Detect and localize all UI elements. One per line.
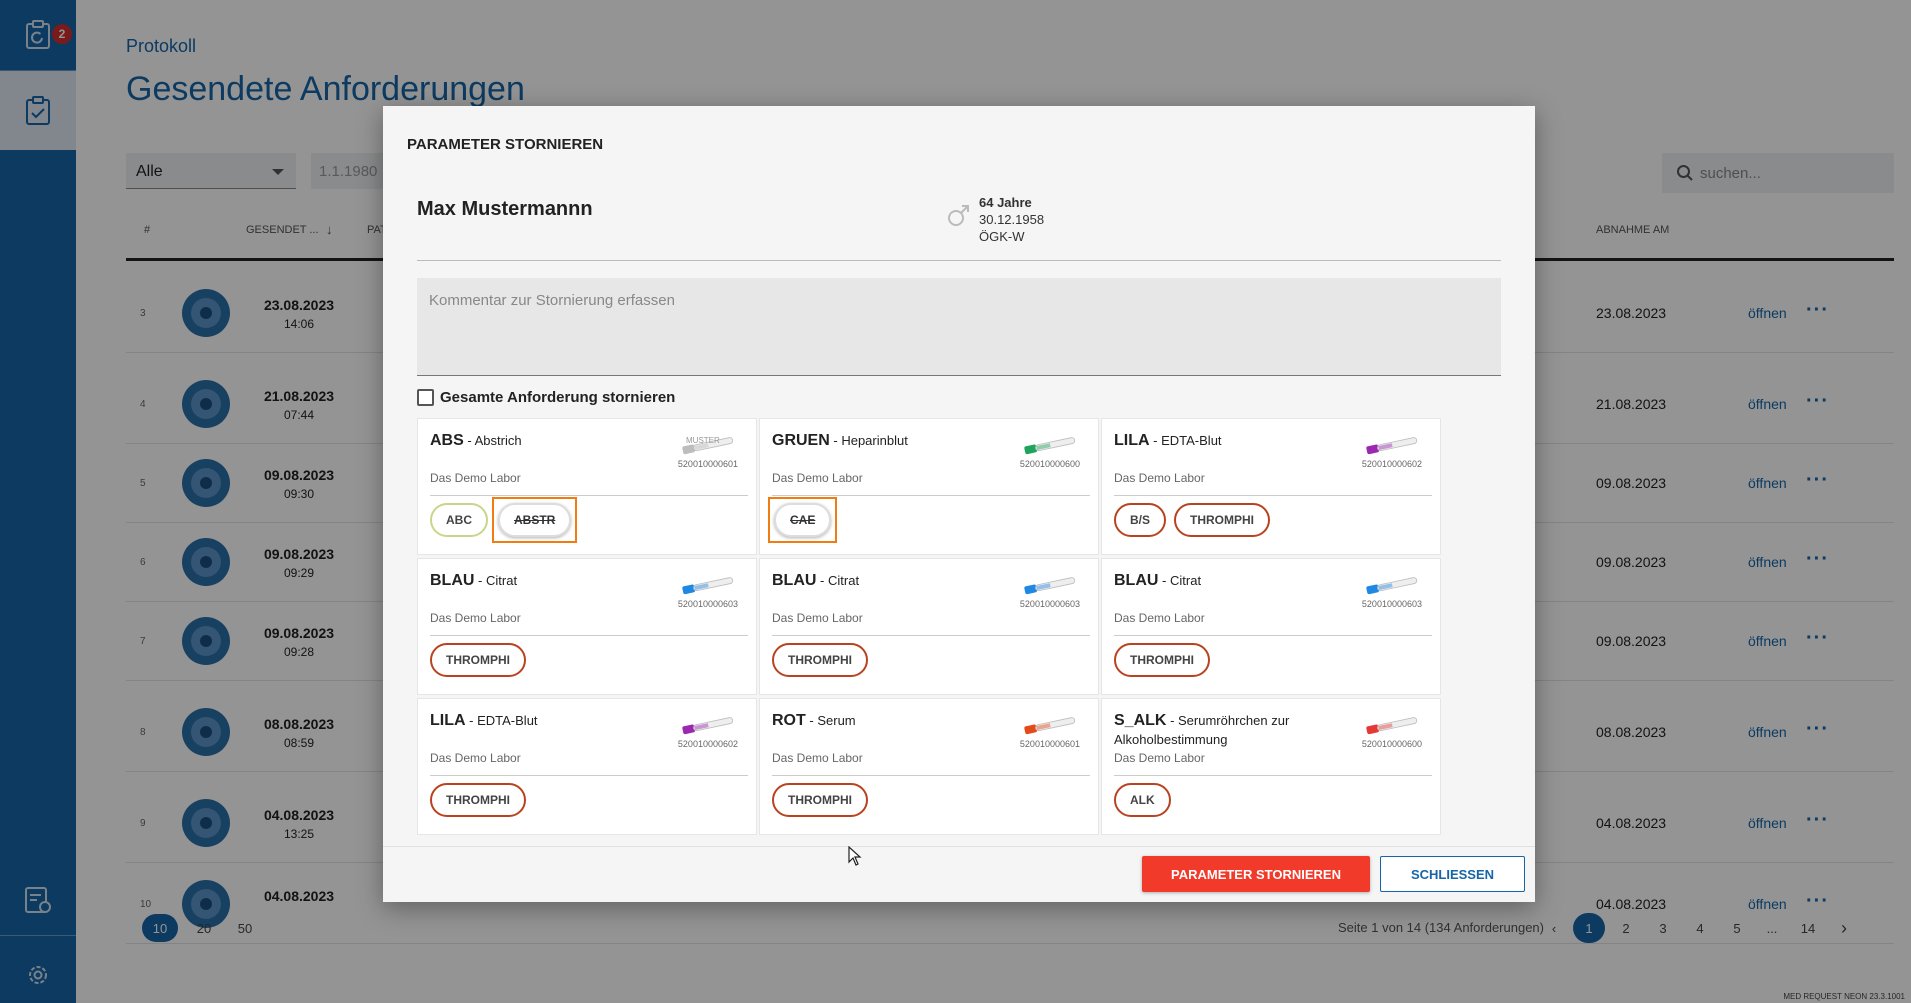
- specimen-barcode: 520010000602: [677, 739, 738, 749]
- patient-insurance: ÖGK-W: [979, 229, 1025, 244]
- parameter-chip[interactable]: THROMPHI: [430, 643, 526, 677]
- specimen-title: BLAU - Citrat: [430, 572, 518, 589]
- lab-name: Das Demo Labor: [772, 471, 863, 485]
- lab-name: Das Demo Labor: [430, 751, 521, 765]
- specimen-card: GRUEN - Heparinblut 520010000600 Das Demo…: [759, 418, 1099, 555]
- card-divider: [1114, 775, 1432, 776]
- sample-tube-icon: [1024, 717, 1076, 735]
- lab-name: Das Demo Labor: [1114, 751, 1205, 765]
- specimen-title: LILA - EDTA-Blut: [430, 712, 538, 729]
- cancel-parameters-dialog: PARAMETER STORNIEREN Max Mustermannn 64 …: [383, 106, 1535, 902]
- specimen-barcode: 520010000602: [1361, 459, 1422, 469]
- sample-tube-icon: MUSTER: [682, 436, 734, 455]
- specimen-card: LILA - EDTA-Blut 520010000602 Das Demo La…: [417, 698, 757, 835]
- parameter-chips: ABC ABSTR: [430, 497, 578, 543]
- parameter-chips: THROMPHI: [772, 783, 868, 817]
- specimen-title: LILA - EDTA-Blut: [1114, 432, 1222, 449]
- sample-tube-icon: [1366, 577, 1418, 595]
- parameter-chips: THROMPHI: [772, 643, 868, 677]
- cancellation-comment-textarea[interactable]: Kommentar zur Stornierung erfassen: [417, 278, 1501, 376]
- parameter-chip[interactable]: THROMPHI: [772, 643, 868, 677]
- specimen-title: ABS - Abstrich: [430, 432, 522, 449]
- parameter-chip[interactable]: THROMPHI: [1114, 643, 1210, 677]
- lab-name: Das Demo Labor: [430, 471, 521, 485]
- cancel-all-checkbox[interactable]: [417, 389, 434, 406]
- card-divider: [772, 775, 1090, 776]
- parameter-chips: THROMPHI: [430, 783, 526, 817]
- parameter-chip[interactable]: ABC: [430, 503, 488, 537]
- male-gender-icon: [948, 205, 969, 226]
- specimen-title: S_ALK - Serumröhrchen zur Alkoholbestimm…: [1114, 712, 1290, 747]
- lab-name: Das Demo Labor: [772, 611, 863, 625]
- sample-tube-icon: [682, 717, 734, 735]
- mouse-cursor-icon: [848, 846, 862, 866]
- lab-name: Das Demo Labor: [772, 751, 863, 765]
- specimen-barcode: 520010000601: [1019, 739, 1080, 749]
- specimen-barcode: 520010000603: [1019, 599, 1080, 609]
- patient-divider: [417, 260, 1501, 261]
- sample-tube-icon: [1024, 437, 1076, 455]
- card-divider: [1114, 635, 1432, 636]
- parameter-chip[interactable]: THROMPHI: [430, 783, 526, 817]
- specimen-barcode: 520010000603: [677, 599, 738, 609]
- lab-name: Das Demo Labor: [430, 611, 521, 625]
- dialog-title: PARAMETER STORNIEREN: [407, 136, 604, 153]
- parameter-chips: THROMPHI: [1114, 643, 1210, 677]
- specimen-title: BLAU - Citrat: [1114, 572, 1202, 589]
- sample-tube-icon: [1024, 577, 1076, 595]
- specimen-card: BLAU - Citrat 520010000603 Das Demo Labor…: [1101, 558, 1441, 695]
- card-divider: [430, 775, 748, 776]
- parameter-chip[interactable]: CAE: [774, 503, 832, 537]
- specimen-card: BLAU - Citrat 520010000603 Das Demo Labor…: [417, 558, 757, 695]
- cancel-all-checkbox-row[interactable]: Gesamte Anforderung stornieren: [417, 389, 675, 406]
- card-divider: [772, 635, 1090, 636]
- patient-details: 64 Jahre 30.12.1958 ÖGK-W: [979, 194, 1044, 245]
- parameter-chips: CAE: [768, 497, 838, 543]
- lab-name: Das Demo Labor: [1114, 471, 1205, 485]
- patient-age: 64 Jahre: [979, 195, 1032, 210]
- parameter-chip[interactable]: THROMPHI: [772, 783, 868, 817]
- sample-tube-icon: [1366, 717, 1418, 735]
- parameter-chip[interactable]: B/S: [1114, 503, 1167, 537]
- specimen-barcode: 520010000603: [1361, 599, 1422, 609]
- parameter-chips: ALK: [1114, 783, 1171, 817]
- specimen-card: S_ALK - Serumröhrchen zur Alkoholbestimm…: [1101, 698, 1441, 835]
- specimen-card: ROT - Serum 520010000601 Das Demo Labor TH…: [759, 698, 1099, 835]
- card-divider: [430, 635, 748, 636]
- parameter-chip[interactable]: THROMPHI: [1174, 503, 1271, 537]
- parameter-chip[interactable]: ALK: [1114, 783, 1171, 817]
- card-divider: [772, 495, 1090, 496]
- specimen-barcode: 520010000600: [1361, 739, 1422, 749]
- specimen-title: ROT - Serum: [772, 712, 856, 729]
- parameter-chips: THROMPHI: [430, 643, 526, 677]
- lab-name: Das Demo Labor: [1114, 611, 1205, 625]
- specimen-barcode: 520010000601: [677, 459, 738, 469]
- sample-tube-icon: [1366, 437, 1418, 455]
- parameter-chip[interactable]: ABSTR: [498, 503, 572, 537]
- sample-tube-icon: [682, 577, 734, 595]
- card-divider: [430, 495, 748, 496]
- cancel-all-label: Gesamte Anforderung stornieren: [440, 389, 676, 406]
- svg-text:MUSTER: MUSTER: [686, 436, 720, 445]
- specimen-title: GRUEN - Heparinblut: [772, 432, 908, 449]
- specimen-barcode: 520010000600: [1019, 459, 1080, 469]
- specimen-title: BLAU - Citrat: [772, 572, 860, 589]
- selected-chip-highlight: CAE: [768, 497, 838, 543]
- patient-birthdate: 30.12.1958: [979, 212, 1045, 227]
- card-divider: [1114, 495, 1432, 496]
- parameter-chips: B/S THROMPHI: [1114, 503, 1271, 537]
- patient-name: Max Mustermannn: [417, 198, 593, 220]
- close-button[interactable]: SCHLIESSEN: [1380, 856, 1525, 892]
- specimen-card: BLAU - Citrat 520010000603 Das Demo Labor…: [759, 558, 1099, 695]
- specimen-card: ABS - Abstrich MUSTER 520010000601 Das De…: [417, 418, 757, 555]
- selected-chip-highlight: ABSTR: [492, 497, 578, 543]
- specimen-card: LILA - EDTA-Blut 520010000602 Das Demo La…: [1101, 418, 1441, 555]
- cancel-parameters-button[interactable]: PARAMETER STORNIEREN: [1142, 856, 1370, 892]
